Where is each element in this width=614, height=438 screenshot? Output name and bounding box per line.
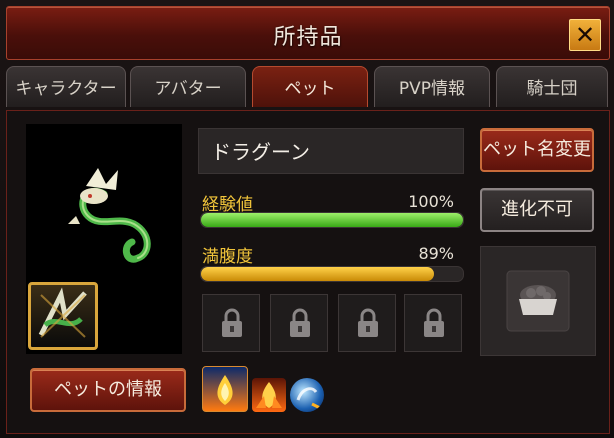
food-bowl-icon <box>506 270 570 332</box>
pet-thumbnail-icon <box>38 287 87 338</box>
tab-character[interactable]: キャラクター <box>6 66 126 107</box>
close-icon: ✕ <box>574 21 596 49</box>
tab-avatar[interactable]: アバター <box>130 66 246 107</box>
tab-knights[interactable]: 騎士団 <box>496 66 608 107</box>
lock-icon <box>222 308 242 337</box>
pet-thumbnail[interactable] <box>28 282 98 350</box>
close-button[interactable]: ✕ <box>569 19 601 51</box>
food-slot[interactable] <box>480 246 596 356</box>
flame-burst-skill-icon <box>256 382 282 408</box>
exp-bar-fill <box>201 213 463 227</box>
skill-slot-3[interactable] <box>290 378 324 412</box>
evolve-button[interactable]: 進化不可 <box>480 188 594 232</box>
equip-slot-1[interactable] <box>202 294 260 352</box>
fullness-value: 89% <box>418 244 454 263</box>
lock-icon <box>290 308 310 337</box>
pet-info-button[interactable]: ペットの情報 <box>30 368 186 412</box>
lock-icon <box>358 308 378 337</box>
fullness-bar-fill <box>201 267 435 281</box>
tab-pet[interactable]: ペット <box>252 66 368 107</box>
water-orb-skill-icon <box>296 387 321 410</box>
fire-skill-icon <box>217 375 233 405</box>
exp-value: 100% <box>408 192 454 211</box>
pet-name: ドラグーン <box>198 128 464 174</box>
window-title: 所持品 <box>273 25 343 50</box>
tab-bar: キャラクター アバター ペット PVP情報 騎士団 <box>6 66 608 107</box>
skill-slot-1[interactable] <box>202 366 248 412</box>
equip-slot-3[interactable] <box>338 294 396 352</box>
fullness-bar <box>200 266 464 282</box>
fullness-label: 満腹度 <box>202 247 253 267</box>
skill-slot-2[interactable] <box>252 378 286 412</box>
lock-icon <box>424 308 444 337</box>
exp-bar <box>200 212 464 228</box>
title-bar: 所持品 ✕ <box>6 6 610 60</box>
tab-pvp-info[interactable]: PVP情報 <box>374 66 490 107</box>
equip-slot-2[interactable] <box>270 294 328 352</box>
equip-slot-4[interactable] <box>404 294 462 352</box>
rename-pet-button[interactable]: ペット名変更 <box>480 128 594 172</box>
